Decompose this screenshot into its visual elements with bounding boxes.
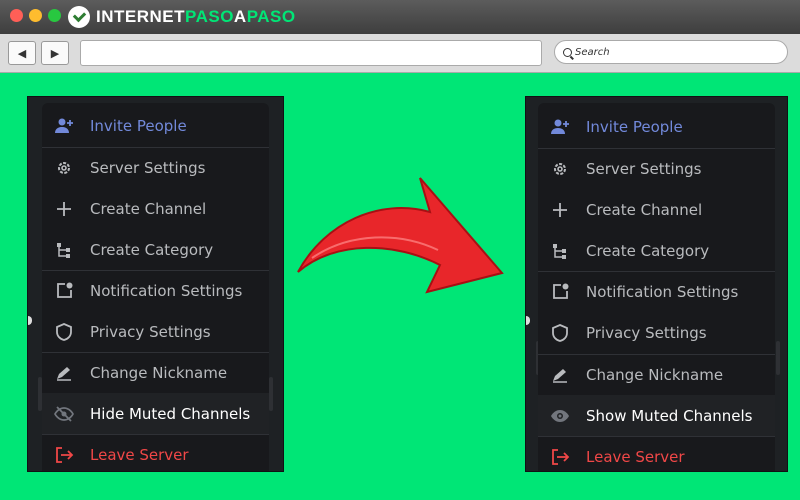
search-placeholder: Search <box>575 46 610 58</box>
menu-item-leave-server[interactable]: Leave Server <box>538 436 775 477</box>
maximize-window-button[interactable] <box>48 9 61 22</box>
back-arrow-icon: ◀ <box>17 46 27 60</box>
checkmark-logo-icon <box>68 6 90 28</box>
gear-icon <box>550 159 570 179</box>
eye-icon <box>550 406 570 426</box>
menu-item-invite-people[interactable]: Invite People <box>42 105 269 146</box>
browser-toolbar: ◀ ▶ Search <box>0 34 800 73</box>
leave-icon <box>54 445 74 465</box>
pencil-icon <box>54 363 74 383</box>
search-input[interactable]: Search <box>554 40 788 64</box>
menu-list: Invite People Server Settings Create Cha… <box>42 103 269 471</box>
bell-icon <box>54 281 74 301</box>
brand-name: INTERNETPASOAPASO <box>96 7 296 27</box>
menu-item-hide-muted-channels[interactable]: Hide Muted Channels <box>42 393 269 434</box>
menu-item-label: Invite People <box>586 117 683 136</box>
panel-edge-handle <box>526 316 530 325</box>
brand-part-paso-2: PASO <box>246 7 296 26</box>
menu-item-label: Notification Settings <box>90 281 243 300</box>
menu-item-server-settings[interactable]: Server Settings <box>42 147 269 188</box>
minimize-window-button[interactable] <box>29 9 42 22</box>
menu-item-notification-settings[interactable]: Notification Settings <box>538 271 775 312</box>
add-user-icon <box>54 116 74 136</box>
menu-list: Invite People Server Settings Create Cha… <box>538 103 775 471</box>
shield-icon <box>550 323 570 343</box>
search-icon <box>563 47 572 57</box>
plus-icon <box>54 199 74 219</box>
menu-item-privacy-settings[interactable]: Privacy Settings <box>538 312 775 353</box>
menu-item-leave-server[interactable]: Leave Server <box>42 434 269 475</box>
menu-item-label: Change Nickname <box>90 363 228 382</box>
site-logo: INTERNETPASOAPASO <box>68 6 296 28</box>
add-user-icon <box>550 117 570 137</box>
menu-item-create-category[interactable]: Create Category <box>42 229 269 270</box>
menu-item-label: Create Channel <box>90 199 207 218</box>
menu-item-create-channel[interactable]: Create Channel <box>538 189 775 230</box>
pencil-icon <box>550 365 570 385</box>
menu-item-label: Leave Server <box>90 445 189 464</box>
window-titlebar: INTERNETPASOAPASO <box>0 0 800 34</box>
menu-item-privacy-settings[interactable]: Privacy Settings <box>42 311 269 352</box>
back-button[interactable]: ◀ <box>8 41 36 65</box>
scrollbar-right[interactable] <box>776 341 780 375</box>
menu-item-label: Privacy Settings <box>586 323 707 342</box>
category-icon <box>54 240 74 260</box>
forward-arrow-icon: ▶ <box>50 46 60 60</box>
close-window-button[interactable] <box>10 9 23 22</box>
menu-item-change-nickname[interactable]: Change Nickname <box>42 352 269 393</box>
shield-icon <box>54 322 74 342</box>
menu-item-invite-people[interactable]: Invite People <box>538 106 775 147</box>
server-menu-before: Invite People Server Settings Create Cha… <box>28 97 283 471</box>
menu-item-label: Create Category <box>90 240 214 259</box>
category-icon <box>550 241 570 261</box>
bell-icon <box>550 282 570 302</box>
leave-icon <box>550 447 570 467</box>
menu-item-label: Notification Settings <box>586 282 739 301</box>
menu-item-label: Change Nickname <box>586 365 724 384</box>
panel-edge-handle <box>28 316 32 325</box>
address-bar[interactable] <box>80 40 542 66</box>
menu-item-change-nickname[interactable]: Change Nickname <box>538 354 775 395</box>
brand-part-internet: INTERNET <box>96 7 185 26</box>
gear-icon <box>54 158 74 178</box>
menu-item-label: Create Category <box>586 241 710 260</box>
menu-item-notification-settings[interactable]: Notification Settings <box>42 270 269 311</box>
plus-icon <box>550 200 570 220</box>
red-arrow-icon <box>297 177 504 294</box>
menu-item-create-category[interactable]: Create Category <box>538 230 775 271</box>
menu-item-label: Privacy Settings <box>90 322 211 341</box>
menu-item-label: Server Settings <box>90 158 206 177</box>
forward-button[interactable]: ▶ <box>41 41 69 65</box>
menu-item-server-settings[interactable]: Server Settings <box>538 148 775 189</box>
scrollbar-right[interactable] <box>269 377 273 411</box>
eye-off-icon <box>54 404 74 424</box>
menu-item-label: Server Settings <box>586 159 702 178</box>
menu-item-label: Show Muted Channels <box>586 406 753 425</box>
brand-part-paso: PASO <box>185 7 234 26</box>
menu-item-label: Leave Server <box>586 447 685 466</box>
brand-part-a: A <box>233 7 247 26</box>
menu-item-label: Create Channel <box>586 200 703 219</box>
menu-item-label: Invite People <box>90 116 187 135</box>
menu-item-create-channel[interactable]: Create Channel <box>42 188 269 229</box>
server-menu-after: Invite People Server Settings Create Cha… <box>526 97 787 471</box>
menu-item-show-muted-channels[interactable]: Show Muted Channels <box>538 395 775 436</box>
menu-item-label: Hide Muted Channels <box>90 404 251 423</box>
